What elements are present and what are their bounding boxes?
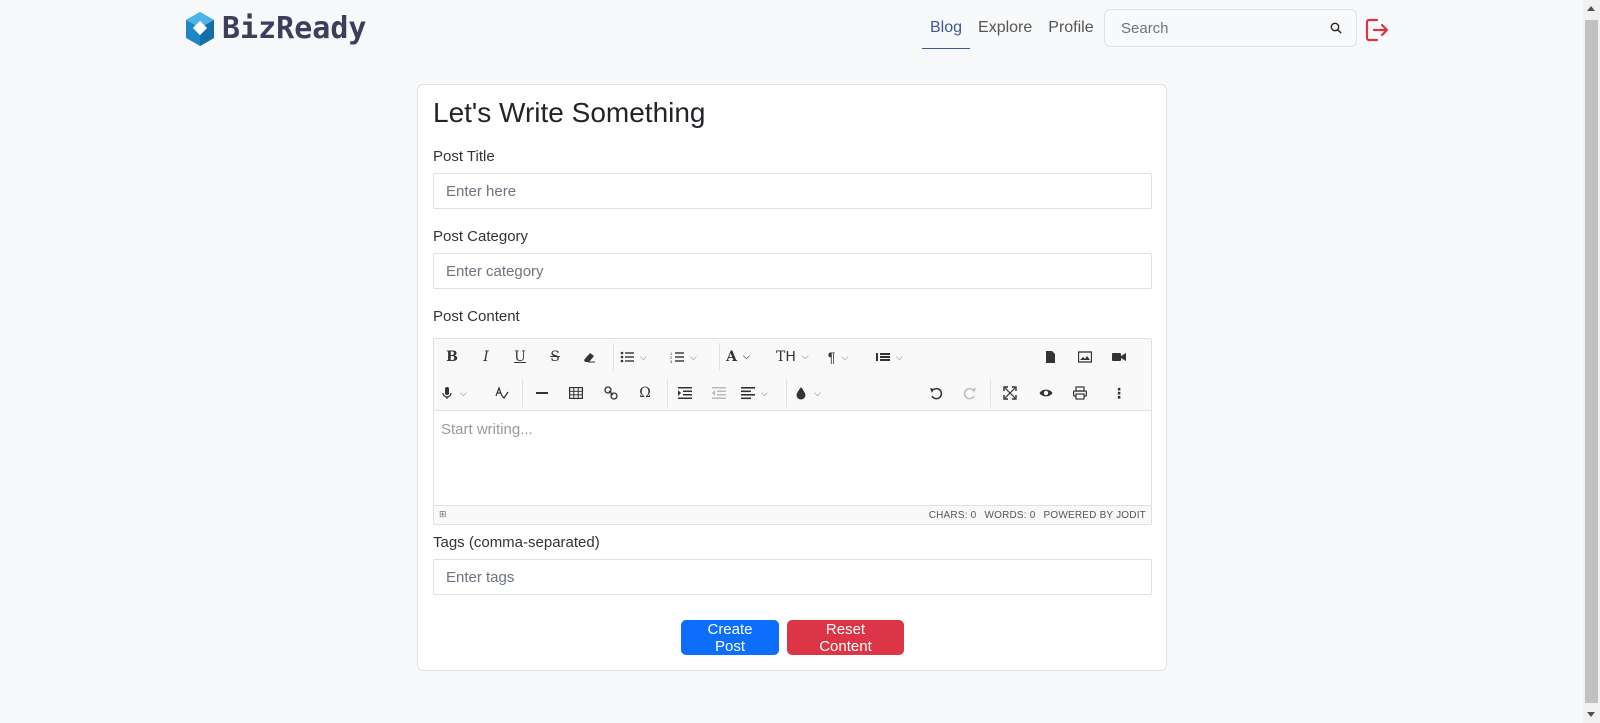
create-post-button[interactable]: Create Post: [681, 620, 779, 655]
line-height-button[interactable]: ⌵: [876, 345, 903, 369]
editor-status-bar: ⊞ CHARS: 0 WORDS: 0 POWERED BY JODIT: [434, 505, 1151, 524]
color-button[interactable]: ⌵: [794, 381, 821, 405]
special-char-button[interactable]: Ω: [633, 381, 657, 405]
indent-button[interactable]: [673, 381, 697, 405]
speech-button[interactable]: ⌵: [440, 381, 467, 405]
underline-button[interactable]: U: [508, 345, 532, 369]
spellcheck-button[interactable]: [490, 381, 514, 405]
nav-links: Blog Explore Profile: [922, 12, 1102, 49]
numbered-list-icon: 123: [670, 351, 684, 364]
scroll-down-arrow-icon[interactable]: [1587, 712, 1595, 717]
scroll-thumb[interactable]: [1585, 20, 1598, 703]
align-left-icon: [741, 387, 755, 400]
strikethrough-button[interactable]: S: [543, 345, 567, 369]
nav-link-blog[interactable]: Blog: [922, 12, 971, 49]
horizontal-rule-icon: [536, 392, 548, 394]
ordered-list-button[interactable]: 123 ⌵: [670, 345, 697, 369]
eraser-icon: [584, 353, 595, 363]
page-scrollbar[interactable]: [1583, 0, 1600, 723]
ink-drop-icon: [796, 387, 806, 400]
nav-link-profile[interactable]: Profile: [1040, 12, 1101, 49]
search-box: [1104, 9, 1357, 47]
link-button[interactable]: [599, 381, 623, 405]
redo-button[interactable]: [958, 381, 982, 405]
undo-button[interactable]: [924, 381, 948, 405]
bold-button[interactable]: B: [440, 345, 464, 369]
font-button[interactable]: A ⌵: [726, 345, 750, 369]
nav-link-explore[interactable]: Explore: [970, 12, 1040, 49]
tags-label: Tags (comma-separated): [433, 534, 600, 551]
image-button[interactable]: [1073, 345, 1097, 369]
indent-icon: [678, 387, 692, 399]
word-count: WORDS: 0: [984, 510, 1036, 521]
svg-text:3: 3: [670, 359, 673, 364]
video-button[interactable]: [1107, 345, 1131, 369]
search-input[interactable]: [1119, 18, 1322, 38]
brand[interactable]: BizReady: [184, 10, 367, 48]
microphone-icon: [442, 387, 452, 399]
print-button[interactable]: [1068, 381, 1092, 405]
brand-name: BizReady: [222, 11, 367, 46]
create-post-card: Let's Write Something Post Title Post Ca…: [417, 84, 1167, 671]
navbar: BizReady Blog Explore Profile: [0, 0, 1582, 57]
undo-icon: [930, 387, 943, 400]
preview-button[interactable]: [1034, 381, 1058, 405]
bullet-list-icon: [620, 351, 634, 363]
outdent-icon: [712, 387, 726, 399]
outdent-button[interactable]: [707, 381, 731, 405]
fullscreen-icon: [1003, 386, 1017, 400]
table-button[interactable]: [564, 381, 588, 405]
rich-text-editor: B I U S ⌵ 123 ⌵ A ⌵ T𝖧 ⌵ ¶ ⌵ ⌵ ⌵ Ω ⌵ ⌵ ⋮…: [433, 338, 1152, 525]
align-button[interactable]: ⌵: [741, 381, 768, 405]
italic-button[interactable]: I: [474, 345, 498, 369]
file-button[interactable]: [1038, 345, 1062, 369]
post-category-input[interactable]: [433, 253, 1152, 289]
char-count: CHARS: 0: [928, 510, 977, 521]
editor-toolbar: B I U S ⌵ 123 ⌵ A ⌵ T𝖧 ⌵ ¶ ⌵ ⌵ ⌵ Ω ⌵ ⌵ ⋮: [434, 339, 1151, 411]
image-icon: [1078, 351, 1092, 363]
table-icon: [569, 387, 583, 400]
more-options-button[interactable]: ⋮: [1107, 381, 1131, 405]
scroll-up-arrow-icon[interactable]: [1587, 6, 1595, 11]
editor-content-area[interactable]: Start writing...: [434, 411, 1151, 505]
paragraph-button[interactable]: ¶ ⌵: [826, 345, 850, 369]
eye-icon: [1039, 389, 1053, 397]
link-icon: [604, 386, 618, 400]
brand-logo-icon: [186, 12, 214, 46]
tags-input[interactable]: [433, 559, 1152, 595]
file-icon: [1046, 351, 1055, 363]
horizontal-rule-button[interactable]: [530, 381, 554, 405]
redo-icon: [963, 387, 976, 400]
page-title: Let's Write Something: [433, 97, 706, 128]
powered-by-link[interactable]: POWERED BY JODIT: [1044, 510, 1146, 521]
unordered-list-button[interactable]: ⌵: [620, 345, 647, 369]
video-icon: [1112, 353, 1126, 361]
spellcheck-icon: [495, 386, 509, 400]
line-height-icon: [876, 353, 890, 361]
reset-content-button[interactable]: Reset Content: [787, 620, 904, 655]
fullscreen-button[interactable]: [998, 381, 1022, 405]
eraser-button[interactable]: [577, 345, 601, 369]
post-title-label: Post Title: [433, 148, 495, 165]
logout-icon[interactable]: [1364, 17, 1390, 43]
search-icon[interactable]: [1330, 19, 1342, 37]
post-title-input[interactable]: [433, 173, 1152, 209]
resize-handle-icon[interactable]: ⊞: [439, 509, 447, 520]
print-icon: [1073, 386, 1087, 400]
post-category-label: Post Category: [433, 228, 529, 245]
post-content-label: Post Content: [433, 308, 520, 325]
font-size-button[interactable]: T𝖧 ⌵: [776, 345, 809, 369]
